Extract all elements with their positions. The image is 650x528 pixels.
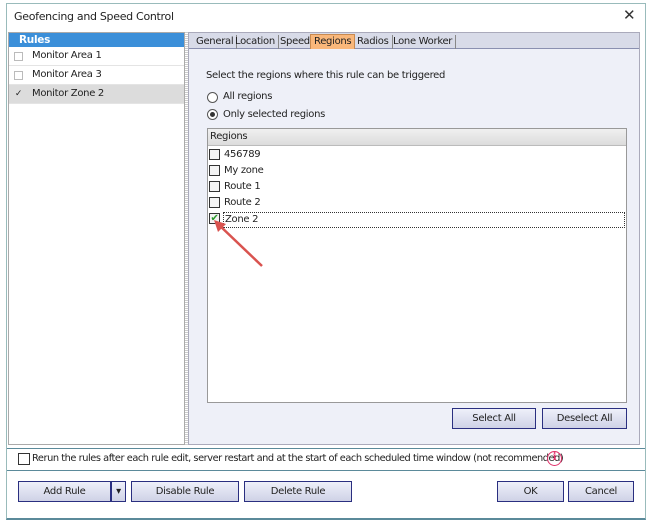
add-rule-button[interactable]: Add Rule [18, 481, 111, 502]
deselect-all-button[interactable]: Deselect All [542, 408, 627, 429]
region-item[interactable]: Route 1 [208, 179, 626, 195]
column-header-label: Regions [210, 131, 248, 142]
rules-panel: Rules Monitor Area 1 Monitor Area 3 ✓ Mon… [8, 32, 185, 445]
ok-button[interactable]: OK [497, 481, 564, 502]
radio-all-regions-label: All regions [223, 91, 273, 102]
add-rule-dropdown-icon[interactable]: ▾ [111, 481, 126, 502]
region-label: 456789 [224, 149, 261, 160]
rule-checkbox[interactable] [14, 71, 23, 80]
window-title: Geofencing and Speed Control [14, 10, 174, 23]
region-checkbox[interactable] [209, 197, 220, 208]
rule-item-monitor-zone-2[interactable]: ✓ Monitor Zone 2 [9, 85, 184, 104]
tab-lone-worker[interactable]: Lone Worker [390, 35, 457, 49]
region-checkbox[interactable] [209, 181, 220, 192]
tab-radios[interactable]: Radios [354, 35, 393, 49]
cancel-button[interactable]: Cancel [568, 481, 634, 502]
tab-regions[interactable]: Regions [310, 34, 356, 49]
rule-item-monitor-area-3[interactable]: Monitor Area 3 [9, 66, 184, 85]
rule-label: Monitor Area 3 [32, 69, 102, 80]
regions-list: Regions 456789 My zone Route 1 Route 2 ✔… [207, 128, 627, 403]
annotation-arrow-icon [214, 220, 263, 267]
region-item[interactable]: My zone [208, 163, 626, 179]
tab-speed[interactable]: Speed [277, 35, 314, 49]
radio-all-regions[interactable] [207, 92, 218, 103]
close-icon[interactable]: ✕ [623, 6, 636, 24]
rule-label: Monitor Zone 2 [32, 88, 104, 99]
rule-item-monitor-area-1[interactable]: Monitor Area 1 [9, 47, 184, 66]
rerun-label: Rerun the rules after each rule edit, se… [32, 453, 564, 464]
disable-rule-button[interactable]: Disable Rule [131, 481, 239, 502]
region-item[interactable]: Route 2 [208, 195, 626, 211]
region-label: Route 2 [224, 197, 261, 208]
region-label: Route 1 [224, 181, 261, 192]
rules-header: Rules [9, 33, 184, 47]
info-icon[interactable]: i [547, 451, 562, 466]
rule-label: Monitor Area 1 [32, 50, 102, 61]
regions-column-header[interactable]: Regions [208, 129, 626, 146]
regions-instruction: Select the regions where this rule can b… [206, 70, 446, 81]
region-checkbox[interactable] [209, 149, 220, 160]
tab-location[interactable]: Location [232, 35, 279, 49]
tab-strip: General Location Speed Regions Radios Lo… [189, 33, 639, 49]
region-item[interactable]: ✔ Zone 2 [208, 211, 626, 228]
rerun-checkbox[interactable] [18, 453, 30, 465]
radio-only-selected-label: Only selected regions [223, 109, 326, 120]
rule-checkbox[interactable] [14, 52, 23, 61]
region-label: My zone [224, 165, 264, 176]
region-checkbox[interactable] [209, 165, 220, 176]
region-label: Zone 2 [223, 212, 625, 228]
rule-checkbox[interactable]: ✓ [14, 90, 23, 99]
region-item[interactable]: 456789 [208, 147, 626, 163]
select-all-button[interactable]: Select All [452, 408, 536, 429]
tab-general[interactable]: General [193, 35, 238, 49]
radio-only-selected-regions[interactable] [207, 109, 218, 120]
delete-rule-button[interactable]: Delete Rule [244, 481, 352, 502]
